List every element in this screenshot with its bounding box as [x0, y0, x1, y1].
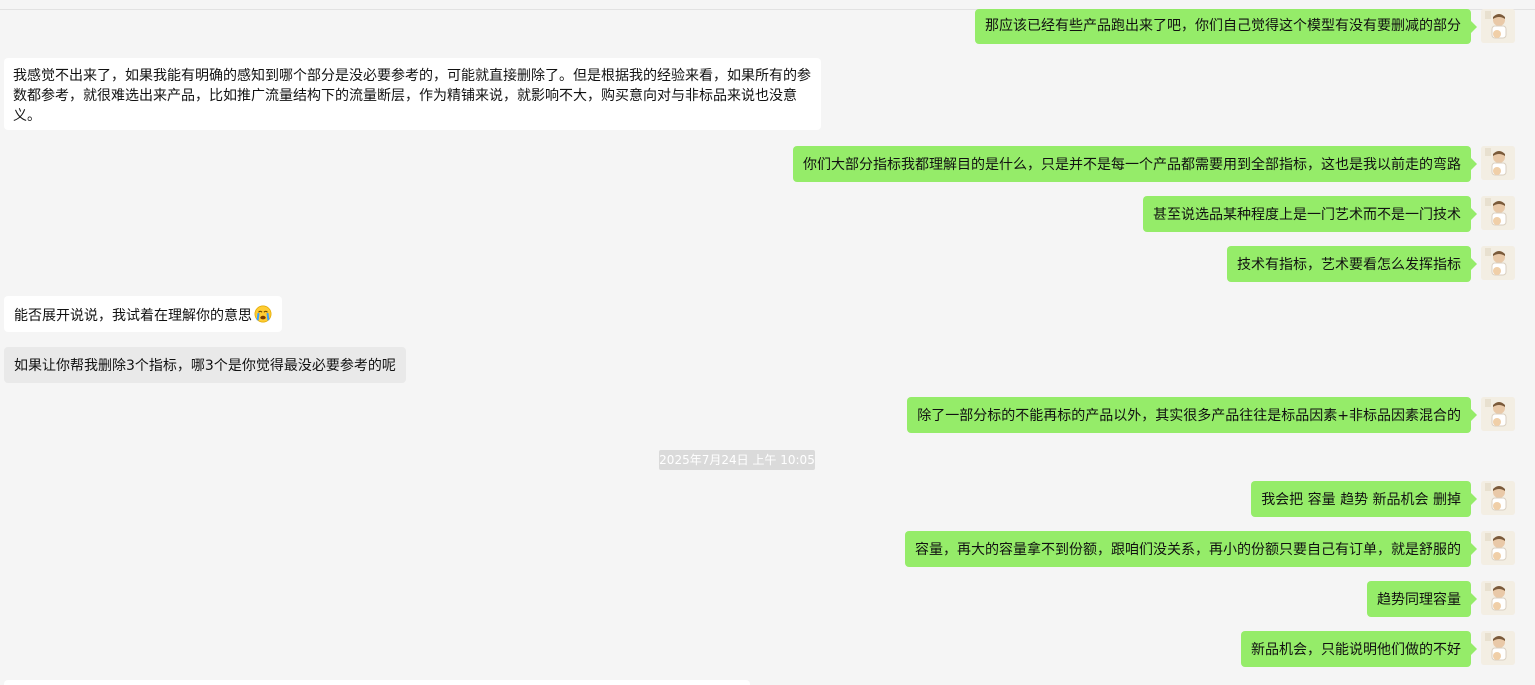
user-avatar[interactable]: [1481, 481, 1515, 515]
avatar-image: [1481, 631, 1515, 665]
message-bubble-outgoing[interactable]: 容量，再大的容量拿不到份额，跟咱们没关系，再小的份额只要自己有订单，就是舒服的: [905, 531, 1477, 567]
avatar-image: [1481, 196, 1515, 230]
user-avatar[interactable]: [1481, 146, 1515, 180]
user-avatar[interactable]: [1481, 531, 1515, 565]
user-avatar[interactable]: [1481, 196, 1515, 230]
message-bubble-outgoing[interactable]: 甚至说选品某种程度上是一门艺术而不是一门技术: [1143, 196, 1477, 232]
avatar-image: [1481, 9, 1515, 43]
message-bubble-outgoing[interactable]: 趋势同理容量: [1367, 581, 1477, 617]
user-avatar[interactable]: [1481, 246, 1515, 280]
avatar-image: [1481, 581, 1515, 615]
avatar-image: [1481, 481, 1515, 515]
message-bubble-outgoing[interactable]: 那应该已经有些产品跑出来了吧，你们自己觉得这个模型有没有要删减的部分: [975, 9, 1477, 44]
message-bubble-outgoing[interactable]: 我会把 容量 趋势 新品机会 删掉: [1251, 481, 1477, 517]
avatar-image: [1481, 246, 1515, 280]
message-bubble-incoming[interactable]: 能否展开说说，我试着在理解你的意思: [4, 296, 282, 332]
message-bubble-outgoing[interactable]: 新品机会，只能说明他们做的不好: [1241, 631, 1477, 667]
avatar-image: [1481, 146, 1515, 180]
message-bubble-outgoing[interactable]: 除了一部分标的不能再标的产品以外，其实很多产品往往是标品因素+非标品因素混合的: [907, 397, 1477, 433]
message-bubble-incoming-selected[interactable]: 如果让你帮我删除3个指标，哪3个是你觉得最没必要参考的呢: [4, 347, 406, 383]
message-bubble-outgoing[interactable]: 你们大部分指标我都理解目的是什么，只是并不是每一个产品都需要用到全部指标，这也是…: [793, 146, 1477, 182]
partial-message-bubble: [4, 680, 750, 685]
user-avatar[interactable]: [1481, 631, 1515, 665]
chat-pane: 那应该已经有些产品跑出来了吧，你们自己觉得这个模型有没有要删减的部分 我感觉不出…: [0, 0, 1535, 685]
avatar-image: [1481, 531, 1515, 565]
avatar-image: [1481, 397, 1515, 431]
user-avatar[interactable]: [1481, 397, 1515, 431]
crying-emoji-icon: [254, 305, 272, 323]
message-text: 能否展开说说，我试着在理解你的意思: [14, 308, 252, 324]
message-bubble-outgoing[interactable]: 技术有指标，艺术要看怎么发挥指标: [1227, 246, 1477, 282]
user-avatar[interactable]: [1481, 9, 1515, 43]
message-bubble-incoming[interactable]: 我感觉不出来了，如果我能有明确的感知到哪个部分是没必要参考的，可能就直接删除了。…: [4, 58, 821, 130]
user-avatar[interactable]: [1481, 581, 1515, 615]
chat-timestamp: 2025年7月24日 上午 10:05: [659, 450, 815, 470]
